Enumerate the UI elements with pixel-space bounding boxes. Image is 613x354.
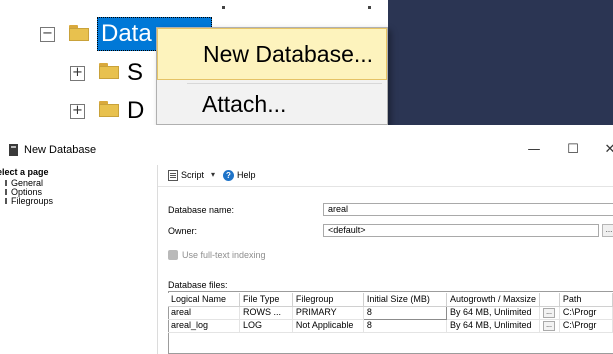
column-header[interactable]: Initial Size (MB)	[363, 293, 447, 307]
context-menu: New Database... Attach...	[156, 27, 388, 125]
wrench-icon	[5, 180, 9, 186]
page-item-label: Filegroups	[11, 196, 54, 206]
wrench-icon	[5, 198, 9, 204]
wrench-icon	[5, 189, 9, 195]
table-row[interactable]: areal ROWS ... PRIMARY 8 By 64 MB, Unlim…	[168, 305, 613, 320]
column-header[interactable]: File Type	[239, 293, 293, 307]
path-cell[interactable]: C:\Progr	[559, 319, 613, 333]
column-header	[539, 293, 560, 307]
filegroup-cell[interactable]: Not Applicable	[292, 319, 364, 333]
database-files-table: Logical Name File Type Filegroup Initial…	[168, 293, 613, 333]
maximize-button[interactable]: ☐	[563, 141, 583, 159]
filegroup-cell[interactable]: PRIMARY	[292, 306, 364, 320]
fulltext-label: Use full-text indexing	[182, 250, 266, 260]
table-header-row: Logical Name File Type Filegroup Initial…	[168, 293, 613, 307]
script-button[interactable]: Script	[181, 170, 204, 181]
divider-tick	[222, 6, 225, 9]
help-icon[interactable]: ?	[223, 170, 234, 181]
tree-node-database-snapshots[interactable]: D	[127, 97, 144, 125]
logical-name-cell[interactable]: areal_log	[168, 319, 241, 333]
dark-background-pane	[388, 0, 613, 125]
database-files-label: Database files:	[168, 280, 228, 290]
logical-name-cell[interactable]: areal	[168, 306, 241, 320]
file-type-cell[interactable]: ROWS ...	[239, 306, 293, 320]
chevron-down-icon[interactable]: ▾	[211, 169, 215, 181]
initial-size-cell[interactable]: 8	[363, 319, 447, 333]
folder-icon	[69, 25, 89, 41]
tree-node-system-databases[interactable]: S	[127, 59, 143, 87]
autogrowth-browse-button[interactable]: ...	[542, 320, 555, 331]
dialog-title: New Database	[24, 144, 97, 156]
select-page-header: elect a page	[0, 167, 49, 177]
database-name-label: Database name:	[168, 205, 235, 215]
owner-label: Owner:	[168, 226, 198, 236]
fulltext-checkbox[interactable]	[168, 250, 178, 260]
autogrowth-cell: By 64 MB, Unlimited	[446, 306, 540, 320]
owner-browse-button[interactable]: ...	[602, 224, 613, 237]
autogrowth-browse-cell[interactable]: ...	[539, 319, 560, 333]
title-bar: New Database — ☐ ✕	[0, 135, 613, 165]
column-header[interactable]: Filegroup	[292, 293, 364, 307]
collapse-toggle-icon[interactable]: −	[40, 27, 55, 42]
database-name-input[interactable]: areal	[323, 203, 613, 216]
folder-icon	[99, 63, 119, 79]
folder-icon	[99, 101, 119, 117]
autogrowth-browse-cell[interactable]: ...	[539, 306, 560, 320]
minimize-button[interactable]: —	[524, 141, 544, 159]
owner-input[interactable]: <default>	[323, 224, 599, 237]
path-cell[interactable]: C:\Progr	[559, 306, 613, 320]
table-row[interactable]: areal_log LOG Not Applicable 8 By 64 MB,…	[168, 319, 613, 333]
script-icon[interactable]	[168, 170, 178, 181]
help-button[interactable]: Help	[237, 170, 256, 181]
menu-item-new-database[interactable]: New Database...	[157, 28, 387, 80]
initial-size-cell[interactable]: 8	[362, 305, 447, 320]
menu-item-attach[interactable]: Attach...	[157, 88, 387, 124]
divider-tick	[368, 6, 371, 9]
select-page-panel: elect a page General Options Filegroups	[0, 165, 158, 354]
menu-separator	[187, 83, 382, 84]
column-header[interactable]: Path	[559, 293, 613, 307]
close-button[interactable]: ✕	[600, 141, 613, 159]
expand-toggle-icon[interactable]: +	[70, 66, 85, 81]
column-header[interactable]: Autogrowth / Maxsize	[446, 293, 540, 307]
object-explorer-zoom: − Data + S + D New Database... Attach...	[0, 0, 613, 125]
file-type-cell[interactable]: LOG	[239, 319, 293, 333]
database-icon	[9, 144, 18, 156]
page-item-filegroups[interactable]: Filegroups	[5, 196, 53, 206]
autogrowth-browse-button[interactable]: ...	[542, 307, 555, 318]
column-header[interactable]: Logical Name	[168, 293, 241, 307]
autogrowth-cell: By 64 MB, Unlimited	[446, 319, 540, 333]
dialog-toolbar: Script ▾ ? Help	[158, 165, 613, 187]
expand-toggle-icon[interactable]: +	[70, 104, 85, 119]
